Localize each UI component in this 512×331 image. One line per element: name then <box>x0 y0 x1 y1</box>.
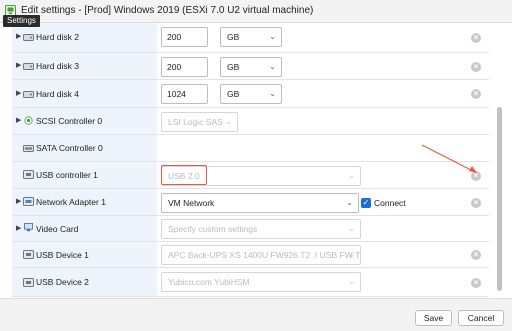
highlight-box <box>161 165 207 185</box>
list-item-sata-controller: SATA Controller 0 <box>12 135 489 162</box>
save-button[interactable]: Save <box>415 310 452 326</box>
device-list: ▶ Hard disk 2 200 GB ⌄ × ▶ Hard disk 3 20… <box>12 23 489 298</box>
select-value: LSI Logic SAS <box>168 117 223 127</box>
remove-device-button[interactable]: × <box>471 89 481 99</box>
dialog-footer: Save Cancel <box>0 298 512 331</box>
usb-device-select[interactable]: APC Back-UPS XS 1400U FW926.T2 .I USB FW… <box>161 245 361 265</box>
row-label: SCSI Controller 0 <box>36 116 103 126</box>
chevron-down-icon: ⌄ <box>269 89 276 98</box>
remove-device-button[interactable]: × <box>471 250 481 260</box>
select-value: GB <box>227 89 240 99</box>
scsi-type-select[interactable]: LSI Logic SAS ⌄ <box>161 112 238 132</box>
list-item-hard-disk-4: ▶ Hard disk 4 1024 GB ⌄ × <box>12 80 489 108</box>
row-label: SATA Controller 0 <box>36 143 103 153</box>
device-settings-panel: ▶ Hard disk 2 200 GB ⌄ × ▶ Hard disk 3 20… <box>0 23 512 298</box>
connect-label: Connect <box>374 198 406 208</box>
chevron-down-icon: ⌄ <box>348 250 355 259</box>
hard-disk-unit-select[interactable]: GB ⌄ <box>220 57 282 77</box>
chevron-down-icon: ⌄ <box>348 277 355 286</box>
select-value: APC Back-UPS XS 1400U FW926.T2 .I USB FW… <box>168 250 361 260</box>
list-item-usb-device-2: USB Device 2 Yubico.com YubiHSM ⌄ × <box>12 268 489 297</box>
remove-device-button[interactable]: × <box>471 198 481 208</box>
video-settings-select[interactable]: Specify custom settings ⌄ <box>161 219 361 239</box>
select-value: Specify custom settings <box>168 224 258 234</box>
hard-disk-icon <box>23 91 34 98</box>
usb-device-select[interactable]: Yubico.com YubiHSM ⌄ <box>161 272 361 292</box>
chevron-down-icon: ⌄ <box>269 62 276 71</box>
list-item-video-card: ▶ Video Card Specify custom settings ⌄ <box>12 216 489 242</box>
row-label: USB Device 1 <box>36 250 89 260</box>
expand-chevron-icon[interactable]: ▶ <box>16 32 21 40</box>
remove-device-button[interactable]: × <box>471 33 481 43</box>
hard-disk-unit-select[interactable]: GB ⌄ <box>220 27 282 47</box>
row-label: Network Adapter 1 <box>36 197 106 207</box>
row-label: Hard disk 3 <box>36 61 79 71</box>
cancel-button[interactable]: Cancel <box>458 310 504 326</box>
list-item-scsi-controller: ▶ SCSI Controller 0 LSI Logic SAS ⌄ <box>12 108 489 135</box>
chevron-down-icon: ⌄ <box>225 117 232 126</box>
remove-device-button[interactable]: × <box>471 171 481 181</box>
select-value: VM Network <box>168 198 215 208</box>
usb-device-icon <box>23 278 34 287</box>
row-label-cell: ▶ Network Adapter 1 <box>12 189 157 215</box>
list-item-usb-device-1: USB Device 1 APC Back-UPS XS 1400U FW926… <box>12 242 489 268</box>
hard-disk-icon <box>23 63 34 70</box>
hard-disk-icon <box>23 34 34 41</box>
row-label: USB Device 2 <box>36 277 89 287</box>
select-value: GB <box>227 62 240 72</box>
title-bar: Edit settings - [Prod] Windows 2019 (ESX… <box>0 0 512 23</box>
row-label-cell: ▶ Hard disk 3 <box>12 53 157 79</box>
select-value: GB <box>227 32 240 42</box>
expand-chevron-icon[interactable]: ▶ <box>16 89 21 97</box>
row-label-cell: USB Device 2 <box>12 268 157 296</box>
row-label-cell: ▶ Hard disk 2 <box>12 23 157 52</box>
video-card-icon <box>24 223 33 232</box>
row-label: Hard disk 2 <box>36 32 79 42</box>
expand-chevron-icon[interactable]: ▶ <box>16 197 21 205</box>
expand-chevron-icon[interactable]: ▶ <box>16 224 21 232</box>
expand-chevron-icon[interactable]: ▶ <box>16 116 21 124</box>
row-label-cell: ▶ Hard disk 4 <box>12 80 157 107</box>
row-label: Video Card <box>36 224 79 234</box>
expand-chevron-icon[interactable]: ▶ <box>16 61 21 69</box>
hard-disk-unit-select[interactable]: GB ⌄ <box>220 84 282 104</box>
row-label: USB controller 1 <box>36 170 98 180</box>
usb-device-icon <box>23 250 34 259</box>
window-title: Edit settings - [Prod] Windows 2019 (ESX… <box>21 5 314 16</box>
connect-checkbox[interactable]: ✓ <box>361 198 371 208</box>
row-label-cell: USB Device 1 <box>12 242 157 267</box>
usb-controller-icon <box>23 170 34 179</box>
remove-device-button[interactable]: × <box>471 62 481 72</box>
row-label: Hard disk 4 <box>36 89 79 99</box>
row-label-cell: ▶ Video Card <box>12 216 157 241</box>
select-value: Yubico.com YubiHSM <box>168 277 250 287</box>
remove-device-button[interactable]: × <box>471 278 481 288</box>
row-label-cell: USB controller 1 <box>12 162 157 188</box>
controller-icon <box>24 116 33 125</box>
network-select[interactable]: VM Network ⌄ <box>161 193 359 213</box>
list-item-hard-disk-2: ▶ Hard disk 2 200 GB ⌄ × <box>12 23 489 53</box>
chevron-down-icon: ⌄ <box>348 224 355 233</box>
chevron-down-icon: ⌄ <box>269 32 276 41</box>
row-label-cell: ▶ SCSI Controller 0 <box>12 108 157 134</box>
list-item-usb-controller: USB controller 1 USB 2.0 ⌄ × <box>12 162 489 189</box>
network-adapter-icon <box>23 197 34 206</box>
list-item-hard-disk-3: ▶ Hard disk 3 200 GB ⌄ × <box>12 53 489 80</box>
scrollbar-thumb[interactable] <box>497 107 502 291</box>
hard-disk-size-input[interactable]: 200 <box>161 27 208 47</box>
hard-disk-size-input[interactable]: 1024 <box>161 84 208 104</box>
sata-controller-icon <box>23 145 34 152</box>
chevron-down-icon: ⌄ <box>346 198 353 207</box>
chevron-down-icon: ⌄ <box>348 171 355 180</box>
list-item-network-adapter: ▶ Network Adapter 1 VM Network ⌄ ✓ Connec… <box>12 189 489 216</box>
row-label-cell: SATA Controller 0 <box>12 135 157 161</box>
hard-disk-size-input[interactable]: 200 <box>161 57 208 77</box>
settings-tooltip: Settings <box>3 15 40 27</box>
